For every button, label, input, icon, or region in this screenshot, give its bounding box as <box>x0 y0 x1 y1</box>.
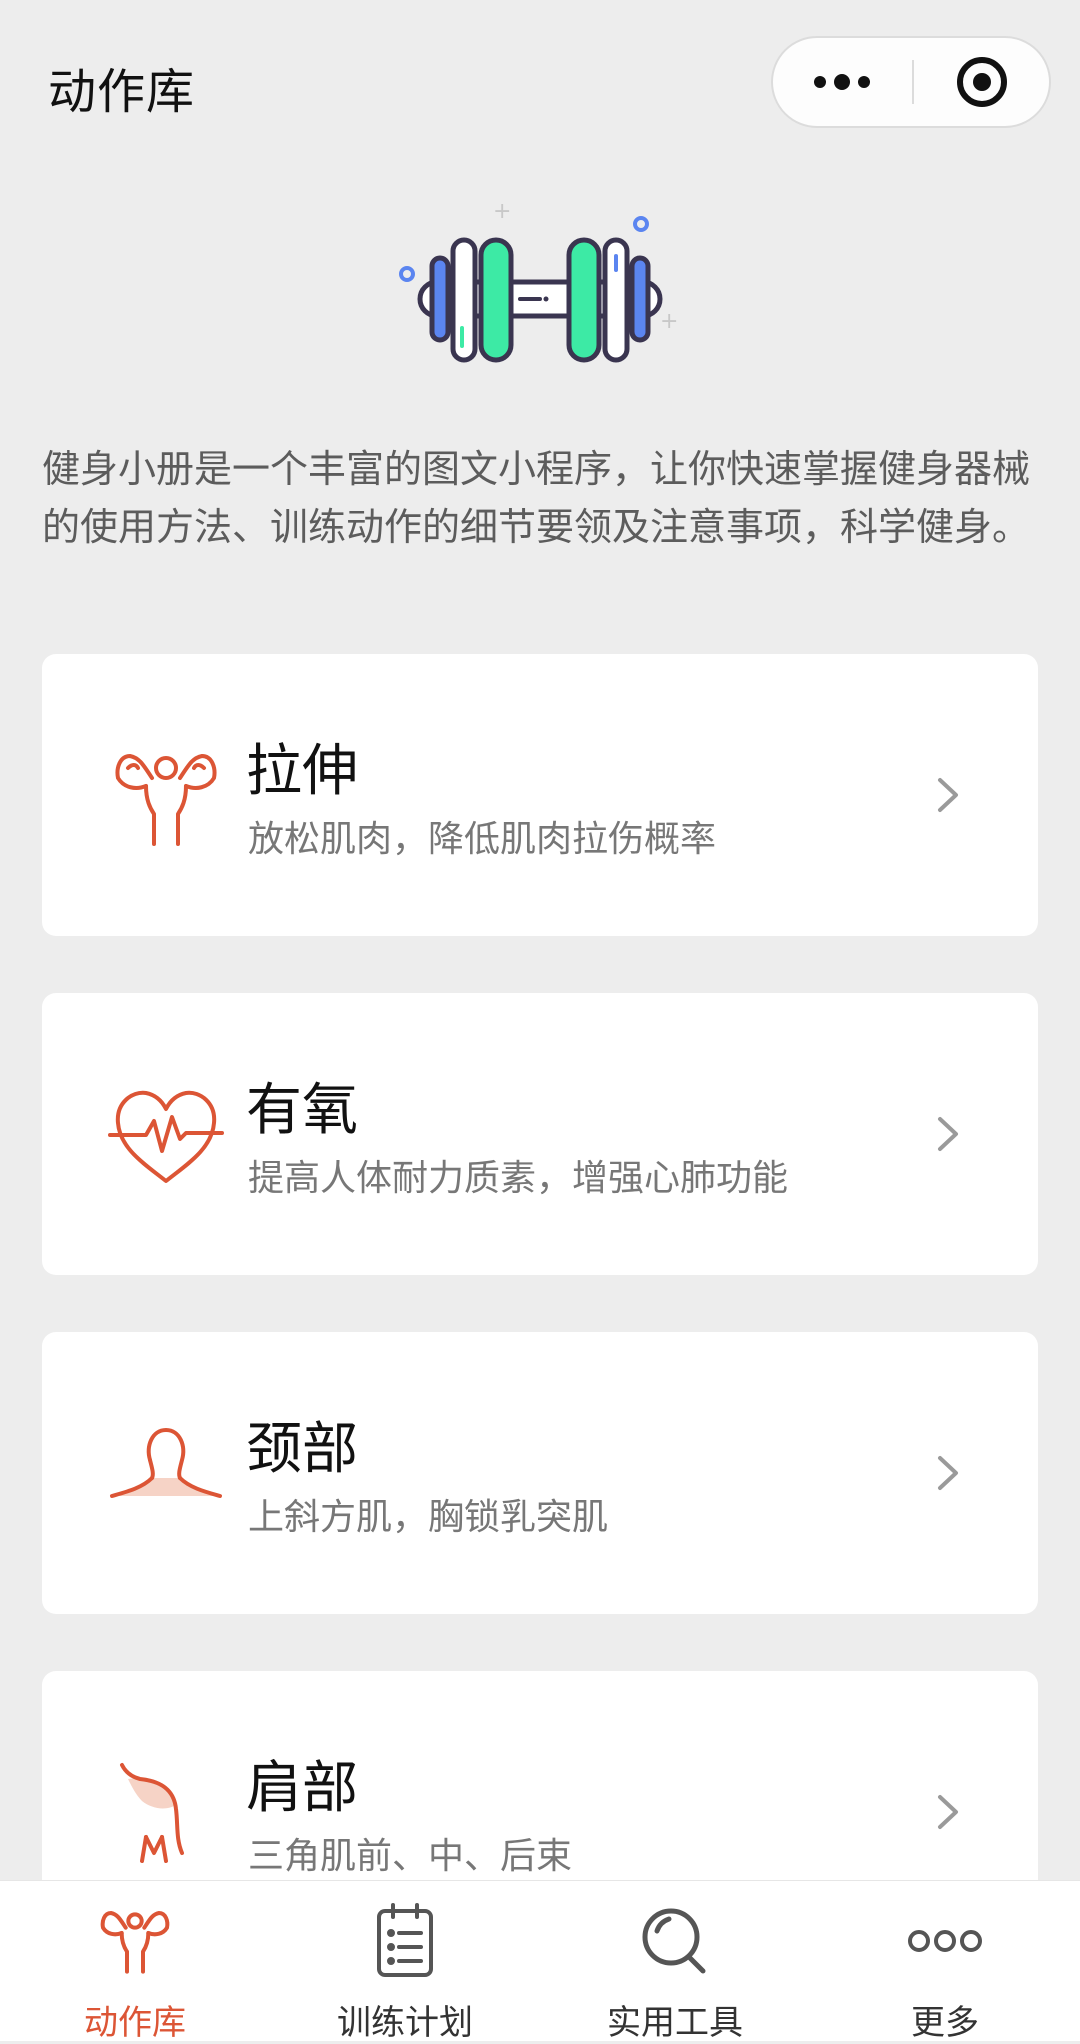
mini-program-capsule <box>771 36 1051 128</box>
tab-training-plan[interactable]: 训练计划 <box>270 1881 540 2043</box>
more-circles-icon <box>908 1930 982 1952</box>
svg-text:+: + <box>660 309 678 334</box>
search-icon <box>642 1908 706 1974</box>
tab-label: 训练计划 <box>337 2003 473 2043</box>
tab-tools[interactable]: 实用工具 <box>540 1881 810 2043</box>
more-dots-icon <box>814 74 870 90</box>
card-title: 肩部 <box>246 1756 358 1821</box>
chevron-right-icon <box>938 778 958 812</box>
close-target-icon <box>957 57 1007 107</box>
category-card-aerobic[interactable]: 有氧 提高人体耐力质素，增强心肺功能 <box>42 993 1038 1275</box>
category-card-stretch[interactable]: 拉伸 放松肌肉，降低肌肉拉伤概率 <box>42 654 1038 936</box>
flexing-muscle-icon <box>100 1911 170 1974</box>
page-title: 动作库 <box>48 64 196 120</box>
chevron-right-icon <box>938 1117 958 1151</box>
dumbbell-icon: + + <box>399 199 678 363</box>
card-title: 颈部 <box>246 1417 358 1482</box>
card-subtitle: 上斜方肌，胸锁乳突肌 <box>248 1497 609 1538</box>
tab-label: 动作库 <box>84 2003 186 2043</box>
card-subtitle: 三角肌前、中、后束 <box>248 1836 573 1877</box>
tab-bar: 动作库 训练计划 实用工具 更多 <box>0 1880 1080 2043</box>
chevron-right-icon <box>938 1795 958 1829</box>
heartbeat-icon <box>108 1090 224 1183</box>
tab-label: 实用工具 <box>607 2003 743 2043</box>
card-subtitle: 提高人体耐力质素，增强心肺功能 <box>248 1158 789 1199</box>
more-button[interactable] <box>773 38 911 126</box>
neck-icon <box>110 1428 222 1498</box>
close-button[interactable] <box>913 38 1051 126</box>
card-title: 拉伸 <box>246 739 358 804</box>
shoulder-icon <box>120 1763 184 1863</box>
tab-more[interactable]: 更多 <box>810 1881 1080 2043</box>
svg-text:+: + <box>493 199 511 224</box>
clipboard-list-icon <box>377 1903 433 1977</box>
chevron-right-icon <box>938 1456 958 1490</box>
intro-text: 健身小册是一个丰富的图文小程序，让你快速掌握健身器械的使用方法、训练动作的细节要… <box>42 447 1031 549</box>
card-title: 有氧 <box>246 1078 358 1143</box>
tab-label: 更多 <box>911 2003 979 2043</box>
card-subtitle: 放松肌肉，降低肌肉拉伤概率 <box>248 819 717 860</box>
flexing-muscle-icon <box>115 754 217 846</box>
tab-exercise-library[interactable]: 动作库 <box>0 1881 270 2043</box>
category-card-neck[interactable]: 颈部 上斜方肌，胸锁乳突肌 <box>42 1332 1038 1614</box>
